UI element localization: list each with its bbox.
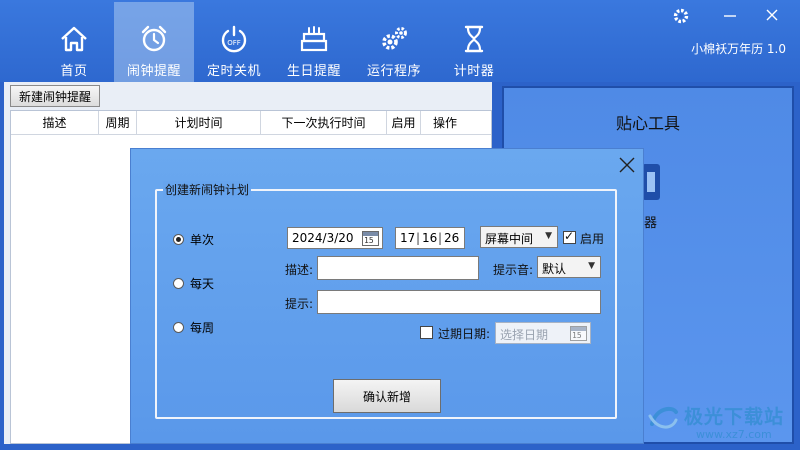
- alarm-clock-icon: [141, 25, 167, 52]
- chevron-down-icon: ▼: [588, 261, 595, 271]
- column-enabled[interactable]: 启用: [387, 111, 421, 134]
- prompt-label: 提示:: [285, 297, 314, 311]
- nav-home-label: 首页: [60, 64, 88, 79]
- time-separator: |: [438, 231, 443, 245]
- nav-timer[interactable]: 计时器: [434, 2, 514, 82]
- nav-run-program-label: 运行程序: [366, 64, 421, 79]
- radio-once-dot: [173, 234, 184, 245]
- calendar-icon[interactable]: 15: [362, 231, 379, 246]
- sound-select[interactable]: 默认 ▼: [537, 256, 601, 278]
- nav-birthday-label: 生日提醒: [286, 64, 341, 79]
- nav-home[interactable]: 首页: [34, 2, 114, 82]
- time-second[interactable]: 26: [444, 231, 459, 245]
- watermark-url: www.xz7.com: [696, 428, 772, 441]
- description-input[interactable]: [317, 256, 479, 280]
- expire-checkbox[interactable]: [420, 326, 433, 339]
- calendar-day: 15: [364, 236, 374, 245]
- gear-icon[interactable]: [672, 7, 690, 25]
- sound-label: 提示音:: [493, 263, 534, 277]
- nav-alarm[interactable]: 闹钟提醒: [114, 2, 194, 82]
- nav-shutdown-label: 定时关机: [206, 64, 261, 79]
- hourglass-icon: [464, 25, 484, 53]
- description-label: 描述:: [285, 263, 314, 277]
- radio-weekly-label: 每周: [190, 321, 215, 335]
- minimize-icon[interactable]: [722, 7, 738, 23]
- column-cycle[interactable]: 周期: [99, 111, 137, 134]
- column-description[interactable]: 描述: [11, 111, 99, 134]
- birthday-cake-icon: [300, 26, 328, 52]
- radio-once[interactable]: 单次: [173, 231, 214, 248]
- radio-once-label: 单次: [190, 233, 215, 247]
- radio-weekly[interactable]: 每周: [173, 319, 214, 336]
- expire-date-picker[interactable]: 选择日期 15: [495, 322, 591, 344]
- time-picker[interactable]: 17 | 16 | 26: [395, 227, 465, 249]
- watermark-title: 极光下载站: [684, 406, 785, 428]
- radio-daily-label: 每天: [190, 277, 215, 291]
- column-next-time[interactable]: 下一次执行时间: [261, 111, 387, 134]
- radio-daily-dot: [173, 278, 184, 289]
- groupbox-legend: 创建新闹钟计划: [163, 181, 252, 198]
- sound-select-value: 默认: [542, 262, 567, 276]
- date-value: 2024/3/20: [292, 231, 354, 245]
- radio-daily[interactable]: 每天: [173, 275, 214, 292]
- position-select[interactable]: 屏幕中间 ▼: [480, 226, 558, 248]
- column-actions[interactable]: 操作: [421, 111, 469, 134]
- nav-alarm-label: 闹钟提醒: [126, 64, 181, 79]
- tools-title: 贴心工具: [615, 114, 680, 133]
- dialog-close-icon[interactable]: [617, 155, 637, 175]
- nav-shutdown[interactable]: OFF 定时关机: [194, 2, 274, 82]
- nav-birthday[interactable]: 生日提醒: [274, 2, 354, 82]
- watermark-logo-icon: [648, 406, 678, 429]
- enabled-label: 启用: [580, 232, 605, 246]
- power-off-icon: OFF: [221, 25, 247, 53]
- radio-weekly-dot: [173, 322, 184, 333]
- expire-label: 过期日期:: [438, 327, 491, 341]
- nav-run-program[interactable]: 运行程序: [354, 2, 434, 82]
- close-icon[interactable]: [764, 7, 780, 23]
- app-header: 首页 闹钟提醒 OFF 定时关机 生日提醒 运行程序 计时器 小棉袄万年历 1.…: [0, 0, 800, 82]
- gears-icon: [382, 27, 407, 50]
- new-alarm-button[interactable]: 新建闹钟提醒: [10, 85, 101, 107]
- column-plan-time[interactable]: 计划时间: [137, 111, 261, 134]
- create-alarm-dialog: 创建新闹钟计划 单次 每天 每周 2024/3/20 15 17 | 16 | …: [130, 148, 644, 444]
- enabled-checkbox[interactable]: [563, 229, 576, 244]
- svg-text:OFF: OFF: [227, 39, 241, 47]
- time-minute[interactable]: 16: [422, 231, 437, 245]
- date-picker[interactable]: 2024/3/20 15: [287, 227, 383, 249]
- expire-date-placeholder: 选择日期: [500, 328, 549, 342]
- home-icon: [61, 26, 87, 52]
- calendar-icon[interactable]: 15: [570, 326, 587, 341]
- chevron-down-icon: ▼: [545, 231, 552, 241]
- tool-item-icon[interactable]: [642, 164, 660, 200]
- confirm-add-button[interactable]: 确认新增: [333, 379, 441, 413]
- table-header: 描述 周期 计划时间 下一次执行时间 启用 操作: [11, 111, 491, 135]
- prompt-input[interactable]: [317, 290, 601, 314]
- time-hour[interactable]: 17: [400, 231, 415, 245]
- time-separator: |: [416, 231, 421, 245]
- app-version: 小棉袄万年历 1.0: [691, 42, 786, 56]
- position-select-value: 屏幕中间: [485, 232, 534, 246]
- nav-timer-label: 计时器: [453, 64, 495, 79]
- calendar-day: 15: [572, 331, 582, 340]
- tool-item-label[interactable]: 器: [644, 212, 657, 231]
